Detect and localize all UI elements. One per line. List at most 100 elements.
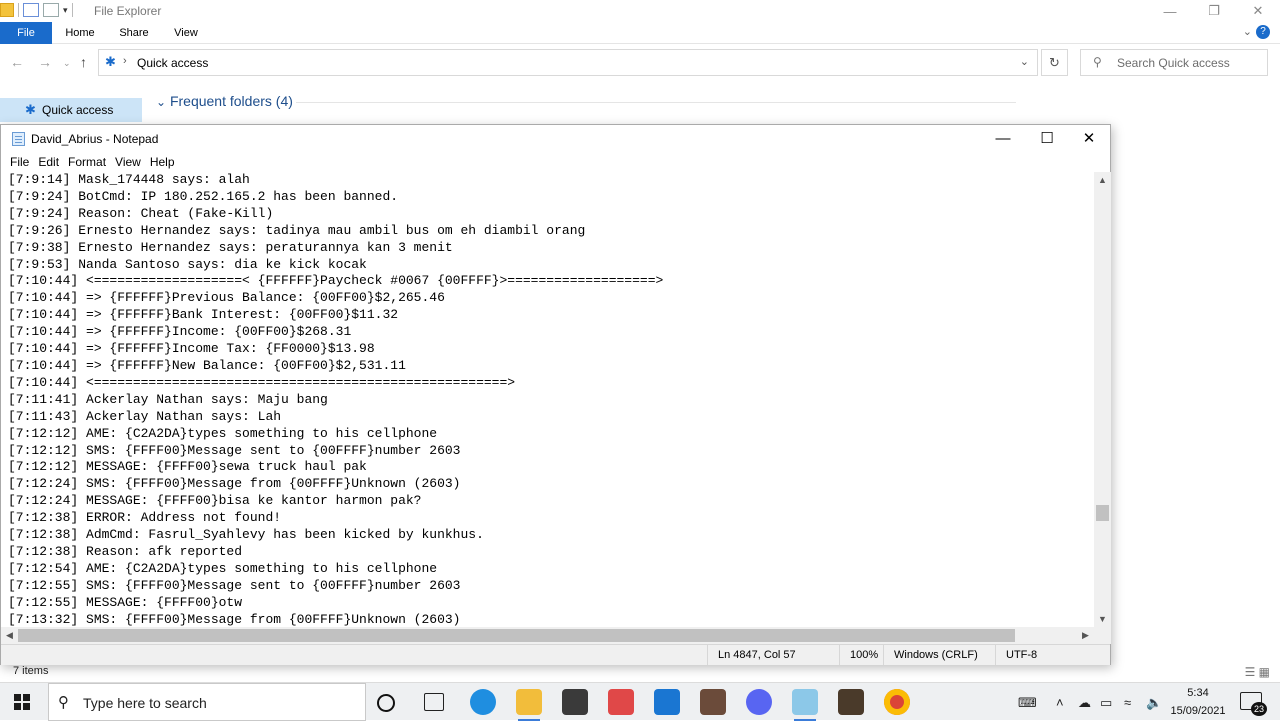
- task-view-icon[interactable]: [424, 693, 444, 711]
- close-button[interactable]: ✕: [1067, 125, 1111, 152]
- taskbar-search-placeholder: Type here to search: [83, 695, 207, 711]
- chrome-icon[interactable]: [884, 689, 910, 715]
- window-title: David_Abrius - Notepad: [31, 132, 159, 146]
- cortana-icon[interactable]: [377, 694, 395, 712]
- text-line: [7:12:24] MESSAGE: {FFFF00}bisa ke kanto…: [8, 493, 422, 509]
- notepad-taskbar-icon[interactable]: [792, 689, 818, 721]
- horizontal-scrollbar[interactable]: ◀ ▶: [1, 627, 1094, 644]
- file-explorer-icon[interactable]: [516, 689, 542, 721]
- maximize-button[interactable]: ☐: [1025, 125, 1069, 152]
- text-line: [7:9:26] Ernesto Hernandez says: tadinya…: [8, 222, 586, 238]
- minimize-button[interactable]: —: [981, 125, 1025, 152]
- show-hidden-icons-chevron[interactable]: ˄: [1056, 695, 1064, 710]
- address-path: Quick access: [137, 56, 209, 70]
- view-toggle-icons[interactable]: ☰ ▦: [1245, 665, 1270, 679]
- up-arrow-icon[interactable]: ↑: [80, 54, 87, 70]
- mail-icon[interactable]: [654, 689, 680, 715]
- scroll-left-icon[interactable]: ◀: [1, 627, 18, 644]
- search-box[interactable]: ⚲ Search Quick access: [1080, 49, 1268, 76]
- vertical-scrollbar[interactable]: ▲ ▼: [1094, 172, 1111, 627]
- scroll-thumb[interactable]: [1096, 505, 1109, 521]
- scroll-thumb[interactable]: [18, 629, 1015, 642]
- navigation-bar: ← → ⌄ ↑ ✱ › Quick access ⌄ ↻ ⚲ Search Qu…: [0, 44, 1280, 82]
- text-line: [7:10:44] <=============================…: [8, 374, 516, 390]
- recent-locations-icon[interactable]: ⌄: [63, 58, 71, 69]
- text-editor[interactable]: [7:9:14] Mask_174448 says: alah [7:9:24] …: [1, 172, 1094, 627]
- breadcrumb-chevron-icon[interactable]: ›: [123, 55, 127, 67]
- forward-arrow-icon[interactable]: →: [38, 54, 52, 70]
- close-button[interactable]: ✕: [1236, 0, 1280, 22]
- menu-file[interactable]: File: [1, 152, 34, 172]
- notepad-titlebar: David_Abrius - Notepad — ☐ ✕: [1, 125, 1110, 152]
- text-line: [7:12:54] AME: {C2A2DA}types something t…: [8, 560, 438, 576]
- sidebar-item-quick-access[interactable]: ✱ Quick access: [0, 98, 142, 122]
- edge-browser-icon[interactable]: [470, 689, 496, 715]
- text-line: [7:12:55] SMS: {FFFF00}Message sent to {…: [8, 577, 461, 593]
- window-title: File Explorer: [94, 4, 162, 18]
- text-line: [7:12:24] SMS: {FFFF00}Message from {00F…: [8, 476, 461, 492]
- text-line: [7:10:44] => {FFFFFF}Income Tax: {FF0000…: [8, 341, 375, 357]
- line-ending: Windows (CRLF): [883, 645, 995, 665]
- text-line: [7:10:44] => {FFFFFF}New Balance: {00FF0…: [8, 357, 406, 373]
- sidebar-item-label: Quick access: [42, 103, 114, 117]
- samp-game-icon[interactable]: [838, 689, 864, 715]
- menu-view[interactable]: View: [111, 152, 146, 172]
- refresh-button[interactable]: ↻: [1041, 49, 1068, 76]
- volume-icon[interactable]: 🔈: [1146, 695, 1162, 711]
- game-app-icon[interactable]: [700, 689, 726, 715]
- back-arrow-icon[interactable]: ←: [10, 54, 24, 70]
- menu-edit[interactable]: Edit: [34, 152, 64, 172]
- text-line: [7:11:43] Ackerlay Nathan says: Lah: [8, 408, 282, 424]
- clock[interactable]: 5:34 15/09/2021: [1170, 686, 1226, 718]
- tab-view[interactable]: View: [164, 22, 208, 44]
- text-line: [7:9:14] Mask_174448 says: alah: [8, 172, 250, 187]
- taskbar: ⚲ Type here to search ⌨ ˄ ☁ ▭ ≈ 🔈 5:34 1…: [0, 682, 1280, 721]
- text-line: [7:12:55] MESSAGE: {FFFF00}otw: [8, 594, 243, 610]
- menu-bar: File Edit Format View Help: [1, 152, 1110, 172]
- new-folder-icon[interactable]: [43, 3, 59, 17]
- clock-time: 5:34: [1187, 687, 1209, 699]
- scroll-up-icon[interactable]: ▲: [1094, 172, 1111, 188]
- encoding: UTF-8: [995, 645, 1110, 665]
- notification-count-badge: 23: [1251, 702, 1267, 716]
- explorer-status-bar: 7 items ☰ ▦: [0, 664, 1280, 682]
- ribbon: File Home Share View ⌄ ?: [0, 22, 1280, 44]
- store-icon[interactable]: [562, 689, 588, 715]
- scroll-down-icon[interactable]: ▼: [1094, 611, 1111, 627]
- quick-access-star-icon: ✱: [25, 102, 36, 117]
- battery-icon[interactable]: ▭: [1100, 695, 1112, 711]
- cursor-position: Ln 4847, Col 57: [707, 645, 839, 665]
- menu-format[interactable]: Format: [64, 152, 111, 172]
- scroll-right-icon[interactable]: ▶: [1077, 627, 1094, 644]
- minimize-button[interactable]: —: [1148, 0, 1192, 22]
- start-windows-icon[interactable]: [14, 694, 30, 710]
- expand-ribbon-icon[interactable]: ⌄: [1243, 25, 1252, 38]
- properties-icon[interactable]: [23, 3, 39, 17]
- notification-center-icon[interactable]: 23: [1240, 692, 1267, 716]
- help-icon[interactable]: ?: [1256, 25, 1270, 39]
- text-line: [7:12:12] AME: {C2A2DA}types something t…: [8, 425, 438, 441]
- wifi-icon[interactable]: ≈: [1124, 695, 1131, 710]
- clock-date: 15/09/2021: [1170, 705, 1226, 717]
- address-bar[interactable]: ✱ › Quick access ⌄: [98, 49, 1038, 76]
- gift-app-icon[interactable]: [608, 689, 634, 715]
- tab-file[interactable]: File: [0, 22, 52, 44]
- discord-icon[interactable]: [746, 689, 772, 715]
- taskbar-search-box[interactable]: ⚲ Type here to search: [48, 683, 366, 721]
- address-dropdown-icon[interactable]: ⌄: [1020, 55, 1029, 68]
- maximize-button[interactable]: ❐: [1192, 0, 1236, 22]
- onedrive-icon[interactable]: ☁: [1078, 695, 1091, 711]
- keyboard-icon[interactable]: ⌨: [1018, 695, 1037, 711]
- notepad-icon: [12, 132, 25, 146]
- menu-help[interactable]: Help: [146, 152, 180, 172]
- frequent-folders-header[interactable]: ⌄ Frequent folders (4): [156, 93, 1016, 109]
- tab-home[interactable]: Home: [58, 22, 102, 44]
- tab-share[interactable]: Share: [112, 22, 156, 44]
- text-line: [7:11:41] Ackerlay Nathan says: Maju ban…: [8, 391, 328, 407]
- text-line: [7:9:24] BotCmd: IP 180.252.165.2 has be…: [8, 188, 399, 204]
- explorer-titlebar: ▾ File Explorer — ❐ ✕: [0, 0, 1280, 22]
- customize-toolbar-icon[interactable]: ▾: [63, 5, 68, 16]
- notepad-window: David_Abrius - Notepad — ☐ ✕ File Edit F…: [0, 124, 1111, 665]
- text-line: [7:12:38] AdmCmd: Fasrul_Syahlevy has be…: [8, 527, 484, 543]
- folder-icon[interactable]: [0, 3, 14, 17]
